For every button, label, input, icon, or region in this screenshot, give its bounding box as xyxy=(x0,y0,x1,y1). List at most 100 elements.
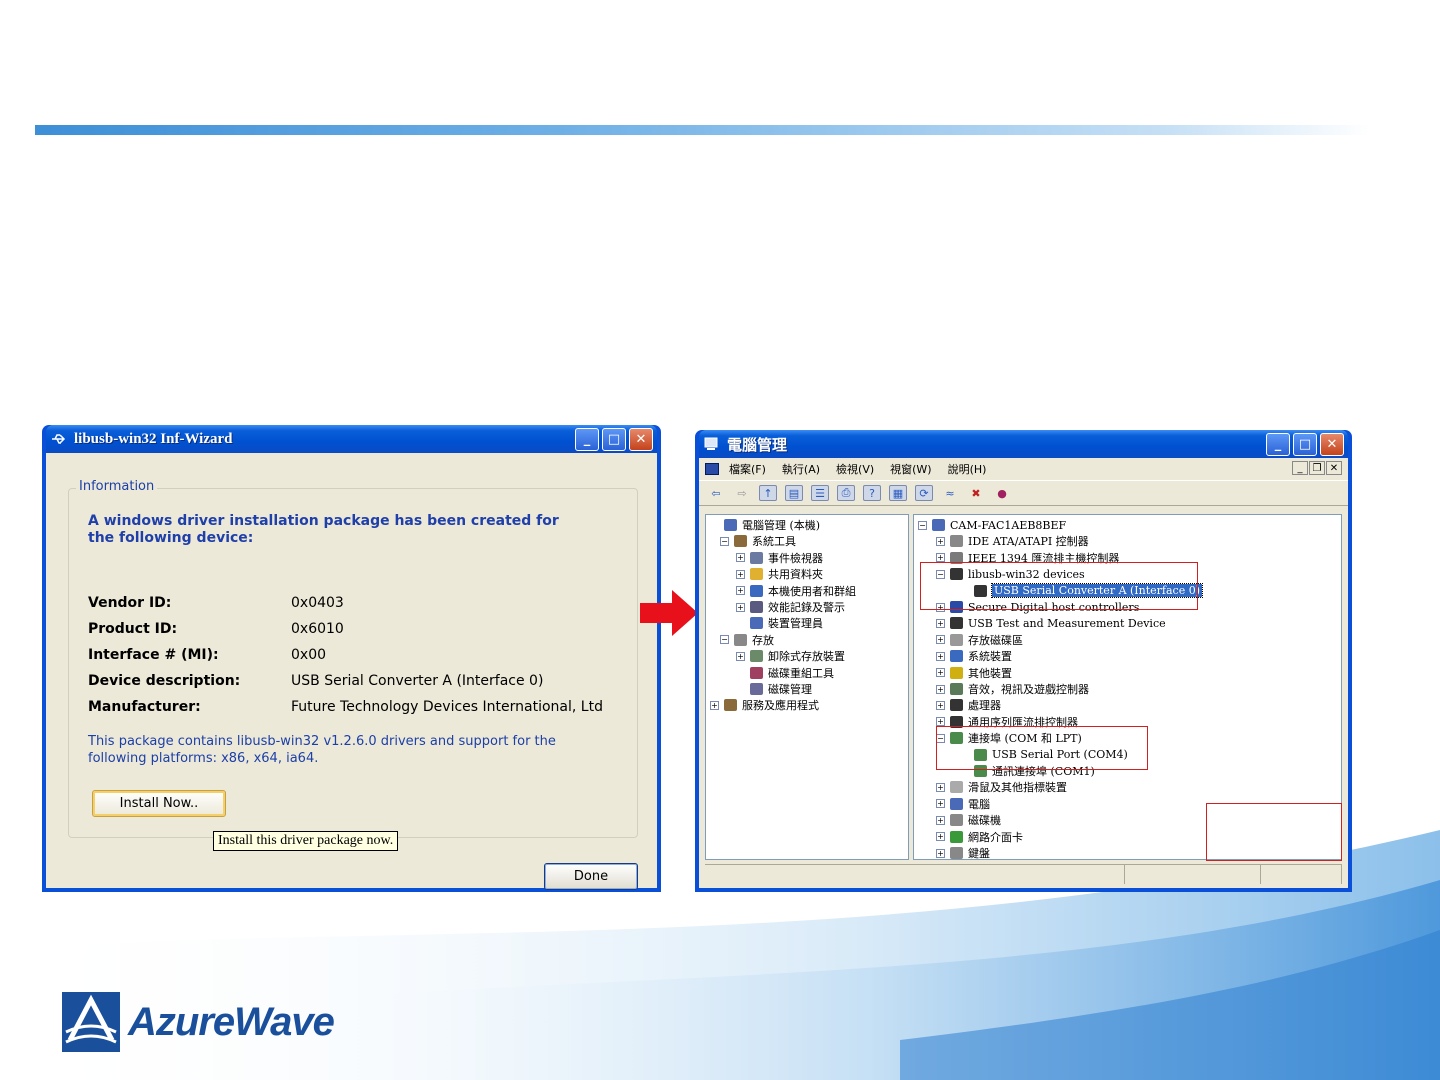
collapse-icon[interactable]: − xyxy=(918,520,927,530)
tree-item-label: IDE ATA/ATAPI 控制器 xyxy=(968,535,1089,549)
tree-item[interactable]: + 網路介面卡 xyxy=(936,829,1023,845)
maximize-button[interactable]: □ xyxy=(602,427,626,451)
tree-item[interactable]: + 本機使用者和群組 xyxy=(736,583,856,599)
forward-icon[interactable]: ⇨ xyxy=(733,485,751,501)
tree-item[interactable]: + 滑鼠及其他指標裝置 xyxy=(936,779,1067,795)
up-icon[interactable]: ↑ xyxy=(759,485,777,501)
tree-item-label: 服務及應用程式 xyxy=(742,699,819,713)
back-icon[interactable]: ⇦ xyxy=(707,485,725,501)
tree-item[interactable]: + 電腦 xyxy=(936,796,990,812)
tree-item[interactable]: + USB Test and Measurement Device xyxy=(936,615,1166,631)
tree-item-label: 磁碟管理 xyxy=(768,683,812,696)
mdi-close-button[interactable]: ✕ xyxy=(1326,461,1342,475)
expand-icon[interactable]: + xyxy=(936,651,945,661)
expand-icon[interactable]: + xyxy=(936,618,945,628)
menu-window[interactable]: 視窗(W) xyxy=(890,461,931,477)
interface-value: 0x00 xyxy=(291,647,327,663)
tree-item[interactable]: + 音效，視訊及遊戲控制器 xyxy=(936,681,1089,697)
menu-file[interactable]: 檔案(F) xyxy=(729,461,766,477)
tree-item[interactable]: − CAM-FAC1AEB8BEF xyxy=(918,517,1066,533)
expand-icon[interactable]: + xyxy=(936,799,945,809)
install-now-button[interactable]: Install Now.. xyxy=(92,790,226,817)
keyboard-icon xyxy=(950,847,963,859)
expand-icon[interactable]: + xyxy=(936,684,945,694)
network-icon xyxy=(950,830,963,843)
expand-icon[interactable]: + xyxy=(936,782,945,792)
tree-item-label: 鍵盤 xyxy=(968,847,990,860)
expand-icon[interactable]: + xyxy=(936,832,945,842)
menu-view[interactable]: 檢視(V) xyxy=(836,461,874,477)
show-tree-icon[interactable]: ▤ xyxy=(785,485,803,501)
tree-item[interactable]: + 鍵盤 xyxy=(936,845,990,860)
tree-item[interactable]: − 系統工具 xyxy=(720,533,796,549)
tree-item[interactable]: + 其他裝置 xyxy=(936,665,1012,681)
tools-icon xyxy=(734,535,747,548)
collapse-icon[interactable]: − xyxy=(720,635,729,645)
expand-icon[interactable]: + xyxy=(936,815,945,825)
expand-icon[interactable]: + xyxy=(736,553,745,563)
ide-icon xyxy=(950,535,963,548)
print-icon[interactable]: ⎙ xyxy=(837,485,855,501)
minimize-button[interactable]: _ xyxy=(575,427,599,451)
tree-item[interactable]: + 效能記錄及警示 xyxy=(736,599,845,615)
expand-icon[interactable]: + xyxy=(736,602,745,612)
interface-label: Interface # (MI): xyxy=(88,647,219,663)
tree-item[interactable]: − 存放 xyxy=(720,632,774,648)
expand-icon[interactable]: + xyxy=(936,848,945,858)
maximize-button[interactable]: □ xyxy=(1293,432,1317,456)
folder-icon xyxy=(750,568,763,581)
tree-item-label: 系統裝置 xyxy=(968,650,1012,664)
tree-item-label: 系統工具 xyxy=(752,535,796,549)
help-icon[interactable]: ? xyxy=(863,485,881,501)
update-driver-icon[interactable]: ≈ xyxy=(941,485,959,501)
expand-icon[interactable]: + xyxy=(710,700,719,710)
expand-icon[interactable]: + xyxy=(936,700,945,710)
uninstall-icon[interactable]: ✖ xyxy=(967,485,985,501)
close-button[interactable]: ✕ xyxy=(629,427,653,451)
close-button[interactable]: ✕ xyxy=(1320,432,1344,456)
devmgr-titlebar[interactable]: 電腦管理 _ □ ✕ xyxy=(699,430,1348,458)
tree-item[interactable]: + 卸除式存放裝置 xyxy=(736,648,845,664)
mdi-minimize-button[interactable]: _ xyxy=(1292,461,1308,475)
wizard-titlebar[interactable]: libusb-win32 Inf-Wizard _ □ ✕ xyxy=(46,425,657,453)
expand-icon[interactable]: + xyxy=(936,717,945,727)
tree-item[interactable]: 磁碟重組工具 xyxy=(736,665,834,681)
expand-icon[interactable]: + xyxy=(736,586,745,596)
tree-item[interactable]: 裝置管理員 xyxy=(736,615,823,631)
done-button[interactable]: Done xyxy=(544,863,638,890)
scan-hardware-icon[interactable]: ⟳ xyxy=(915,485,933,501)
expand-icon[interactable]: + xyxy=(736,569,745,579)
tree-item[interactable]: 電腦管理 (本機) xyxy=(710,517,820,533)
disable-icon[interactable]: ● xyxy=(993,485,1011,501)
expand-icon[interactable]: + xyxy=(936,635,945,645)
devmgr-title: 電腦管理 xyxy=(727,437,788,454)
removable-icon xyxy=(750,650,763,663)
tree-item-label: 本機使用者和群組 xyxy=(768,584,856,598)
collapse-icon[interactable]: − xyxy=(720,536,729,546)
minimize-button[interactable]: _ xyxy=(1266,432,1290,456)
device-description-label: Device description: xyxy=(88,673,241,689)
tree-item[interactable]: + 存放磁碟區 xyxy=(936,632,1023,648)
menu-help[interactable]: 說明(H) xyxy=(948,461,987,477)
tree-item[interactable]: + 系統裝置 xyxy=(936,648,1012,664)
expand-icon[interactable]: + xyxy=(736,651,745,661)
tree-item[interactable]: + 事件檢視器 xyxy=(736,550,823,566)
expand-icon[interactable]: + xyxy=(936,536,945,546)
tree-item[interactable]: + 共用資料夾 xyxy=(736,566,823,582)
window-menu-icon[interactable] xyxy=(705,463,719,475)
menu-action[interactable]: 執行(A) xyxy=(782,461,820,477)
tree-item[interactable]: 磁碟管理 xyxy=(736,681,812,697)
tree-item-label: 共用資料夾 xyxy=(768,568,823,582)
tree-item[interactable]: + IDE ATA/ATAPI 控制器 xyxy=(936,533,1089,549)
tree-item[interactable]: + 處理器 xyxy=(936,697,1001,713)
vendor-id-label: Vendor ID: xyxy=(88,595,172,611)
mdi-restore-button[interactable]: ❐ xyxy=(1309,461,1325,475)
tree-item[interactable]: + 服務及應用程式 xyxy=(710,697,819,713)
expand-icon[interactable]: + xyxy=(936,668,945,678)
details-icon[interactable]: ▦ xyxy=(889,485,907,501)
tree-item-label: 磁碟重組工具 xyxy=(768,666,834,680)
tree-item-label: 滑鼠及其他指標裝置 xyxy=(968,781,1067,795)
properties-icon[interactable]: ☰ xyxy=(811,485,829,501)
expand-icon[interactable]: + xyxy=(936,553,945,563)
tree-item[interactable]: + 磁碟機 xyxy=(936,812,1001,828)
